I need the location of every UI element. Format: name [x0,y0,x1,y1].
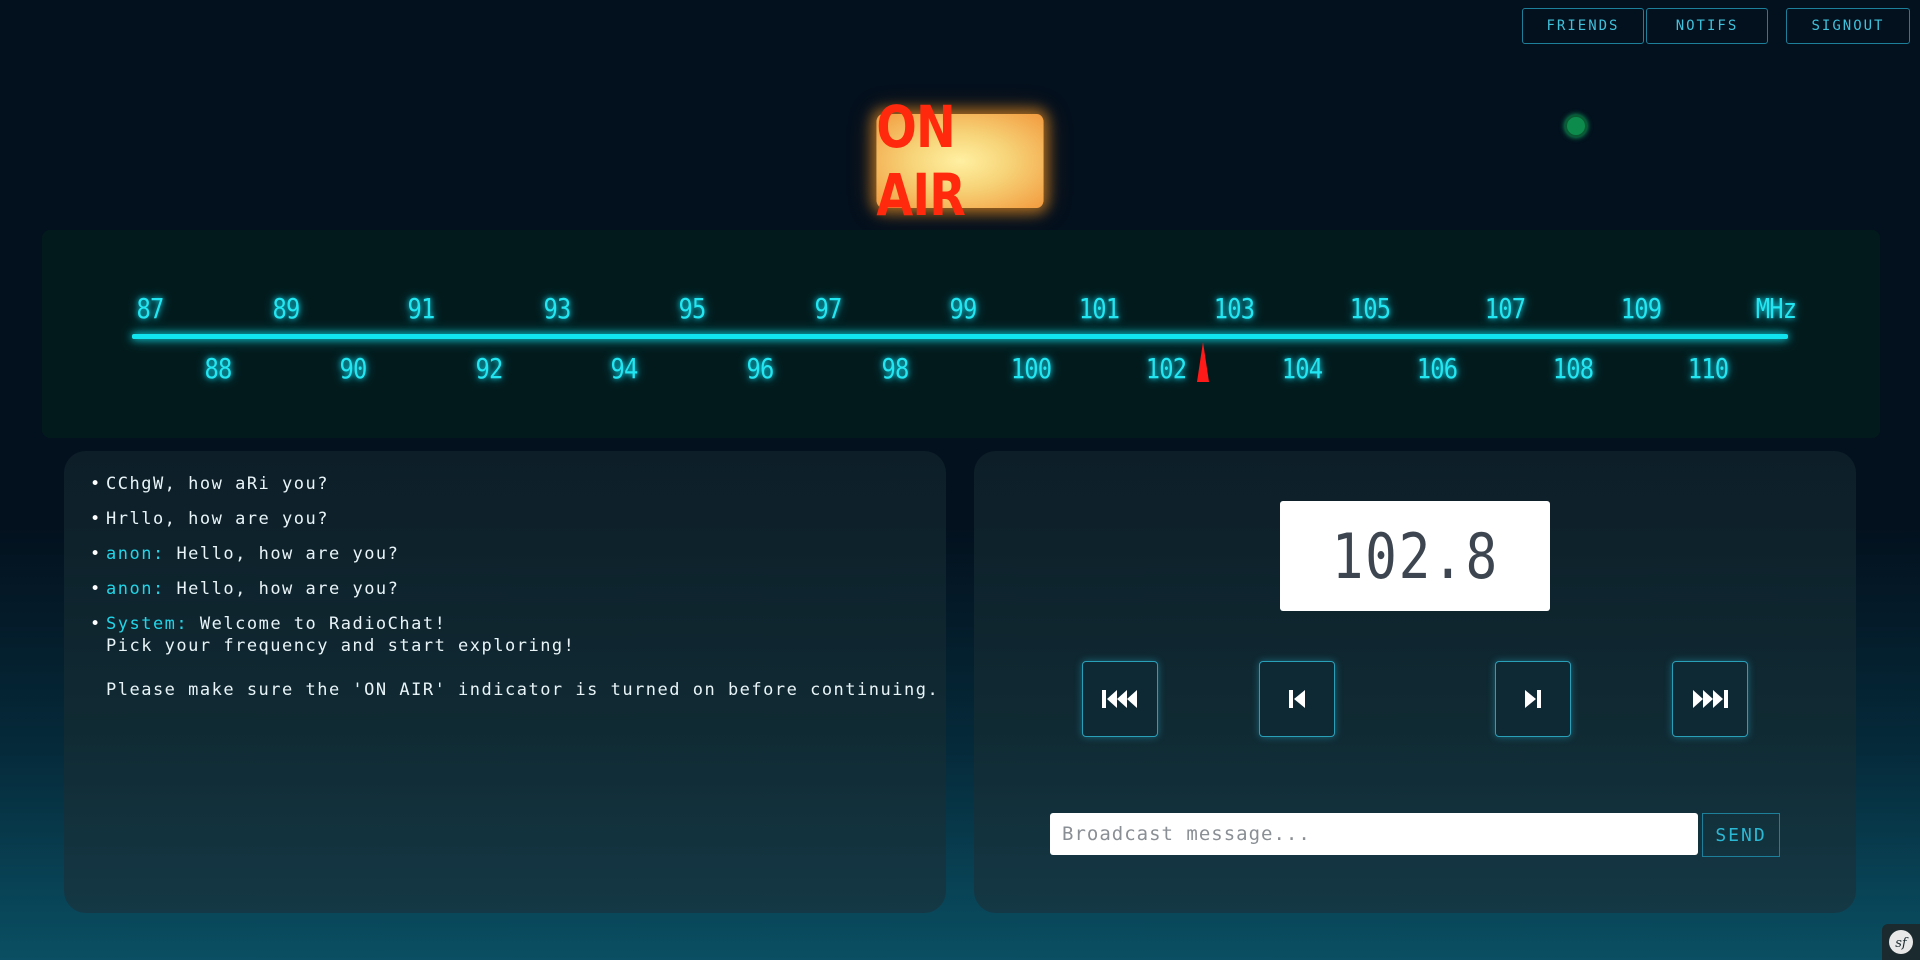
chat-message-text: CChgW, how aRi you? [106,474,329,494]
tuner-tick-bottom: 100 [1010,352,1052,385]
forward-button[interactable] [1495,661,1571,737]
chat-message-text: Welcome to RadioChat! Pick your frequenc… [106,614,940,700]
signout-button[interactable]: SIGNOUT [1786,8,1910,44]
tuner-tick-top: 101 [1078,292,1119,325]
chat-message: System: Welcome to RadioChat! Pick your … [90,613,946,701]
chat-message: anon: Hello, how are you? [90,578,946,600]
tuner-tick-bottom: 102 [1146,352,1187,385]
tuner-tick-bottom: 94 [610,352,639,385]
skip-back-double-icon [1102,690,1137,708]
broadcast-message-input[interactable] [1050,813,1698,855]
tuner-tick-top: 91 [407,292,436,325]
tuner-tick-bottom: 104 [1281,352,1323,385]
tuner-tick-bottom: 96 [746,352,774,385]
status-indicator-dot [1565,115,1587,137]
tuner-tick-top: MHz [1755,292,1797,325]
symfony-logo-svg: sf [1889,930,1913,954]
tuner-tick-bottom: 108 [1552,352,1594,385]
send-button[interactable]: SEND [1702,813,1780,857]
tuner-scale-line [132,334,1788,339]
chat-message-text: Hello, how are you? [176,544,400,564]
chat-message-text: Hrllo, how are you? [106,509,329,529]
chat-message: Hrllo, how are you? [90,508,946,530]
back-button[interactable] [1259,661,1335,737]
tuner-tick-top: 99 [949,292,978,325]
skip-forward-icon [1525,690,1541,708]
chat-message: CChgW, how aRi you? [90,473,946,495]
chat-panel: CChgW, how aRi you? Hrllo, how are you? an… [64,451,946,913]
friends-button[interactable]: FRIENDS [1522,8,1644,44]
chat-message-sender: anon: [106,579,165,599]
skip-forward-double-icon [1693,690,1728,708]
fast-back-button[interactable] [1082,661,1158,737]
skip-back-icon [1289,690,1305,708]
on-air-indicator[interactable]: ON AIR [876,93,1044,229]
tuner-tick-top: 89 [272,292,300,325]
notifs-button[interactable]: NOTIFS [1646,8,1768,44]
tuner-tick-bottom: 110 [1688,352,1729,385]
tuner-tick-top: 105 [1349,292,1390,325]
chat-message-text: Hello, how are you? [176,579,400,599]
tuner-tick-bottom: 92 [475,352,503,385]
tuner-needle-icon[interactable] [1197,342,1210,382]
tuner-dial[interactable]: 87 89 91 93 95 97 99 101 103 105 107 109 MHz 88 90 92 94… [42,230,1880,438]
tuner-tick-top: 109 [1620,292,1661,325]
fast-forward-button[interactable] [1672,661,1748,737]
tuner-tick-top: 95 [678,292,707,325]
tuner-tick-bottom: 98 [881,352,910,385]
symfony-logo-icon[interactable]: sf [1882,924,1920,960]
tuner-tick-top: 103 [1213,292,1255,325]
chat-message-list: CChgW, how aRi you? Hrllo, how are you? an… [64,451,946,701]
tuner-tick-bottom: 90 [339,352,368,385]
chat-message-sender: System: [106,614,189,634]
frequency-display: 102.8 [1280,501,1550,611]
chat-message: anon: Hello, how are you? [90,543,946,565]
tuner-tick-bottom: 88 [204,352,232,385]
top-nav: FRIENDS NOTIFS SIGNOUT [1522,8,1910,44]
tuner-tick-top: 107 [1484,292,1526,325]
tuner-tick-top: 87 [136,292,165,325]
tuner-tick-bottom: 106 [1417,352,1458,385]
frequency-display-value: 102.8 [1331,519,1499,593]
control-panel: 102.8 SEND [974,451,1856,913]
chat-message-sender: anon: [106,544,165,564]
tuner-tick-top: 93 [543,292,571,325]
tuner-tick-top: 97 [814,292,842,325]
